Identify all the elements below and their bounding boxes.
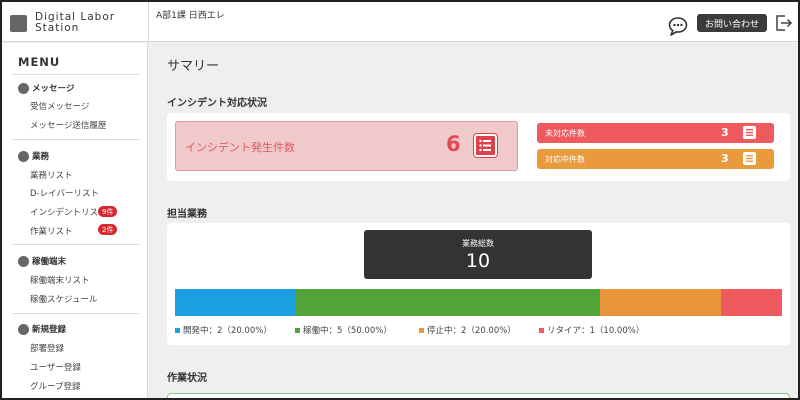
incident-count: 6 bbox=[446, 132, 461, 156]
total-tasks-label: 業務総数 bbox=[462, 239, 494, 248]
sidebar-item-task-list[interactable]: 業務リスト bbox=[30, 169, 148, 181]
status-bar-segment bbox=[175, 289, 297, 316]
section-bullet-icon bbox=[18, 323, 29, 335]
legend-label: 開発中：2（20.00%） bbox=[183, 326, 272, 336]
chat-icon[interactable] bbox=[668, 16, 690, 36]
total-tasks-value: 10 bbox=[465, 250, 491, 272]
sidebar-item-dlabor-list[interactable]: D-レイバーリスト bbox=[30, 187, 148, 199]
section-work: 業務 bbox=[18, 150, 49, 162]
legend-label: 稼働中：5（50.00%） bbox=[303, 326, 392, 336]
tasks-card: 業務総数 10 開発中：2（20.00%） 稼働中：5（50.00%） 停止中：2（… bbox=[167, 223, 790, 345]
logout-icon[interactable] bbox=[775, 14, 793, 32]
incident-section-title: インシデント対応状況 bbox=[167, 98, 267, 109]
app-logo[interactable]: Digital Labor Station bbox=[10, 8, 147, 38]
list-icon[interactable] bbox=[743, 126, 756, 139]
sidebar-item-dept-register[interactable]: 部署登録 bbox=[30, 342, 148, 354]
menu-divider bbox=[12, 74, 139, 75]
work-status-card bbox=[167, 393, 790, 398]
legend-item: リタイア：1（10.00%） bbox=[539, 324, 644, 336]
incident-summary-box: インシデント発生件数 6 bbox=[175, 121, 518, 171]
user-info: A部1課 日西エレ bbox=[156, 11, 225, 21]
sidebar-item-schedule[interactable]: 稼働スケジュール bbox=[30, 293, 148, 305]
legend-label: リタイア：1（10.00%） bbox=[547, 326, 645, 336]
status-bar-segment bbox=[296, 289, 600, 316]
page-title: サマリー bbox=[167, 59, 220, 74]
status-legend: 開発中：2（20.00%） 稼働中：5（50.00%） 停止中：2（20.00%） リ… bbox=[175, 324, 785, 336]
sidebar-item-user-register[interactable]: ユーザー登録 bbox=[30, 361, 148, 373]
status-bar-segment bbox=[599, 289, 722, 316]
legend-item: 開発中：2（20.00%） bbox=[175, 324, 272, 336]
menu-title: MENU bbox=[18, 55, 61, 69]
section-bullet-icon bbox=[18, 82, 29, 94]
sidebar: MENU メッセージ 受信メッセージ メッセージ送信履歴 業務 業務リスト D-… bbox=[2, 43, 148, 398]
total-tasks-box: 業務総数 10 bbox=[364, 230, 592, 279]
sidebar-item-sent-history[interactable]: メッセージ送信履歴 bbox=[30, 119, 148, 131]
logo-square-icon bbox=[10, 14, 27, 32]
header-divider bbox=[148, 2, 149, 42]
incident-label: インシデント発生件数 bbox=[185, 141, 295, 154]
incident-card: インシデント発生件数 6 未対応件数 3 対応中件数 3 bbox=[167, 113, 790, 181]
work-section-title: 作業状況 bbox=[167, 373, 207, 384]
incident-count-badge: 9件 bbox=[98, 206, 118, 217]
unhandled-incidents-row[interactable]: 未対応件数 3 bbox=[537, 123, 774, 143]
legend-swatch bbox=[175, 327, 180, 333]
in-progress-incidents-row[interactable]: 対応中件数 3 bbox=[537, 149, 774, 169]
legend-item: 稼働中：5（50.00%） bbox=[295, 324, 392, 336]
sidebar-item-terminal-list[interactable]: 稼働端末リスト bbox=[30, 274, 148, 286]
section-bullet-icon bbox=[18, 255, 29, 267]
work-count-badge: 2件 bbox=[98, 224, 118, 235]
sidebar-item-work-list[interactable]: 作業リスト bbox=[30, 225, 148, 237]
section-bullet-icon bbox=[18, 150, 29, 162]
sidebar-item-group-register[interactable]: グループ登録 bbox=[30, 380, 148, 392]
legend-swatch bbox=[419, 327, 424, 333]
section-messages: メッセージ bbox=[18, 82, 74, 94]
status-bar-segment bbox=[721, 289, 782, 316]
section-terminals: 稼働端末 bbox=[18, 255, 66, 267]
app-window: Digital Labor Station A部1課 日西エレ お問い合わせ M… bbox=[0, 0, 800, 400]
menu-divider bbox=[12, 139, 139, 140]
top-header: Digital Labor Station A部1課 日西エレ お問い合わせ bbox=[2, 2, 798, 42]
sidebar-item-inbox[interactable]: 受信メッセージ bbox=[30, 100, 148, 112]
logo-line2: Station bbox=[35, 22, 80, 34]
contact-button[interactable]: お問い合わせ bbox=[697, 14, 768, 32]
legend-item: 停止中：2（20.00%） bbox=[419, 324, 516, 336]
list-icon[interactable] bbox=[743, 152, 756, 165]
incident-list-icon[interactable] bbox=[474, 134, 497, 157]
menu-divider bbox=[12, 244, 139, 245]
legend-swatch bbox=[539, 327, 544, 333]
status-bar bbox=[175, 289, 782, 316]
tasks-section-title: 担当業務 bbox=[167, 209, 207, 220]
menu-divider bbox=[12, 313, 139, 314]
sidebar-item-incident-list[interactable]: インシデントリスト bbox=[30, 206, 148, 218]
legend-swatch bbox=[295, 327, 300, 333]
legend-label: 停止中：2（20.00%） bbox=[427, 326, 516, 336]
main-content: サマリー インシデント対応状況 インシデント発生件数 6 未対応件数 3 対応中… bbox=[149, 43, 798, 398]
section-registration: 新規登録 bbox=[18, 323, 66, 335]
